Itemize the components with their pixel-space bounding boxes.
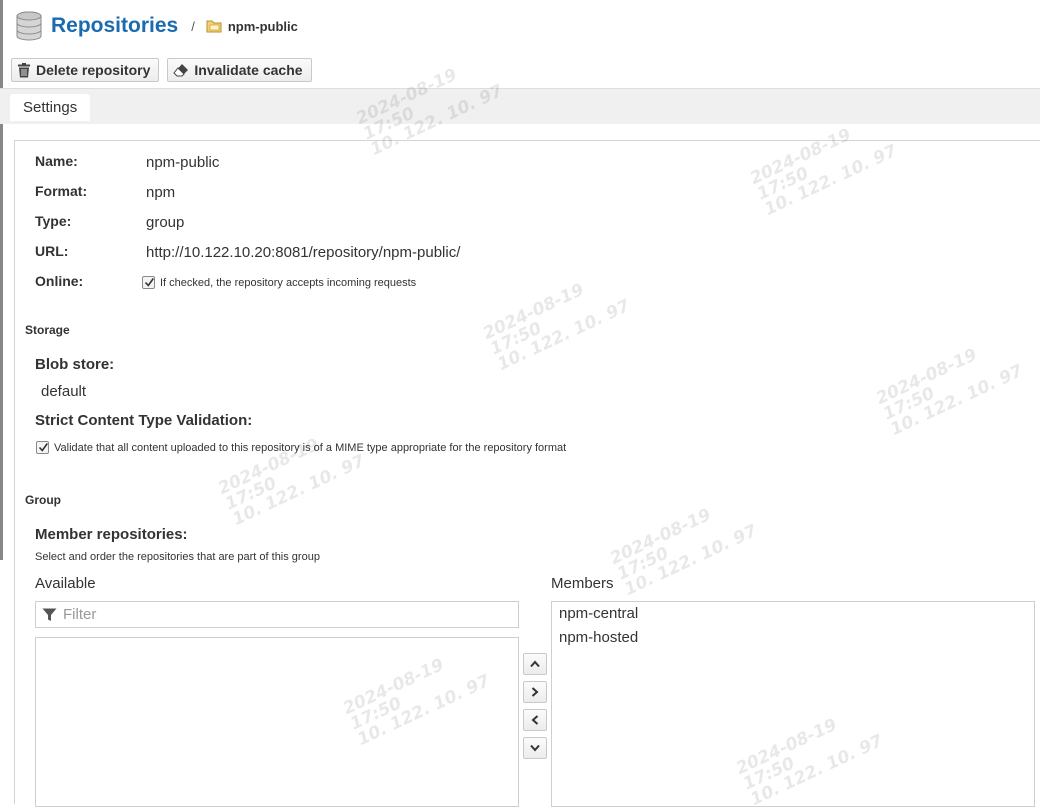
members-list[interactable]: npm-central npm-hosted bbox=[551, 601, 1035, 807]
breadcrumb-current: npm-public bbox=[206, 19, 298, 34]
checkmark-icon bbox=[144, 278, 154, 287]
available-header: Available bbox=[35, 575, 96, 592]
members-header: Members bbox=[551, 575, 614, 592]
strict-validation-help: Validate that all content uploaded to th… bbox=[54, 441, 567, 454]
remove-from-members-button[interactable] bbox=[523, 709, 547, 731]
breadcrumb: Repositories / npm-public bbox=[15, 9, 298, 43]
format-label: Format: bbox=[35, 183, 88, 199]
url-value: http://10.122.10.20:8081/repository/npm-… bbox=[146, 244, 461, 261]
list-item[interactable]: npm-hosted bbox=[552, 626, 1034, 650]
format-value: npm bbox=[146, 184, 176, 201]
breadcrumb-repositories-link[interactable]: Repositories bbox=[51, 14, 178, 38]
online-checkbox[interactable] bbox=[142, 276, 155, 289]
delete-repository-label: Delete repository bbox=[36, 62, 151, 78]
name-value: npm-public bbox=[146, 154, 220, 171]
checkmark-icon bbox=[38, 443, 48, 452]
breadcrumb-current-label: npm-public bbox=[227, 18, 298, 34]
type-label: Type: bbox=[35, 213, 72, 229]
blob-store-label: Blob store: bbox=[35, 356, 115, 373]
group-section-title: Group bbox=[25, 493, 61, 507]
database-icon bbox=[16, 11, 42, 41]
online-help-text: If checked, the repository accepts incom… bbox=[160, 276, 417, 289]
folder-icon bbox=[206, 20, 222, 33]
move-down-button[interactable] bbox=[523, 737, 547, 759]
tab-strip: Settings bbox=[0, 88, 1040, 124]
online-label: Online: bbox=[35, 273, 84, 289]
strict-validation-label: Strict Content Type Validation: bbox=[35, 412, 253, 429]
breadcrumb-separator: / bbox=[191, 18, 195, 34]
available-list[interactable] bbox=[35, 637, 519, 807]
chevron-right-icon bbox=[531, 687, 539, 697]
invalidate-cache-label: Invalidate cache bbox=[194, 62, 303, 78]
filter-input[interactable] bbox=[61, 605, 481, 624]
move-up-button[interactable] bbox=[523, 653, 547, 675]
name-label: Name: bbox=[35, 153, 78, 169]
trash-icon bbox=[18, 62, 30, 77]
filter-icon bbox=[42, 608, 57, 621]
member-repositories-label: Member repositories: bbox=[35, 526, 188, 543]
toolbar: Delete repository Invalidate cache bbox=[11, 58, 312, 82]
strict-validation-row: Validate that all content uploaded to th… bbox=[36, 441, 566, 454]
add-to-members-button[interactable] bbox=[523, 681, 547, 703]
online-checkbox-row: If checked, the repository accepts incom… bbox=[142, 276, 416, 289]
chevron-up-icon bbox=[530, 660, 540, 668]
chevron-down-icon bbox=[530, 744, 540, 752]
eraser-icon bbox=[173, 64, 189, 77]
invalidate-cache-button[interactable]: Invalidate cache bbox=[167, 58, 312, 82]
type-value: group bbox=[146, 214, 185, 231]
strict-validation-checkbox[interactable] bbox=[36, 441, 49, 454]
storage-section-title: Storage bbox=[25, 323, 70, 337]
member-repositories-help: Select and order the repositories that a… bbox=[35, 551, 320, 563]
list-item[interactable]: npm-central bbox=[552, 602, 1034, 626]
delete-repository-button[interactable]: Delete repository bbox=[11, 58, 160, 82]
chevron-left-icon bbox=[531, 715, 539, 725]
tab-settings[interactable]: Settings bbox=[10, 94, 91, 121]
filter-field bbox=[35, 601, 519, 628]
url-label: URL: bbox=[35, 243, 69, 259]
window-left-edge bbox=[0, 0, 3, 560]
blob-store-value: default bbox=[41, 383, 87, 400]
